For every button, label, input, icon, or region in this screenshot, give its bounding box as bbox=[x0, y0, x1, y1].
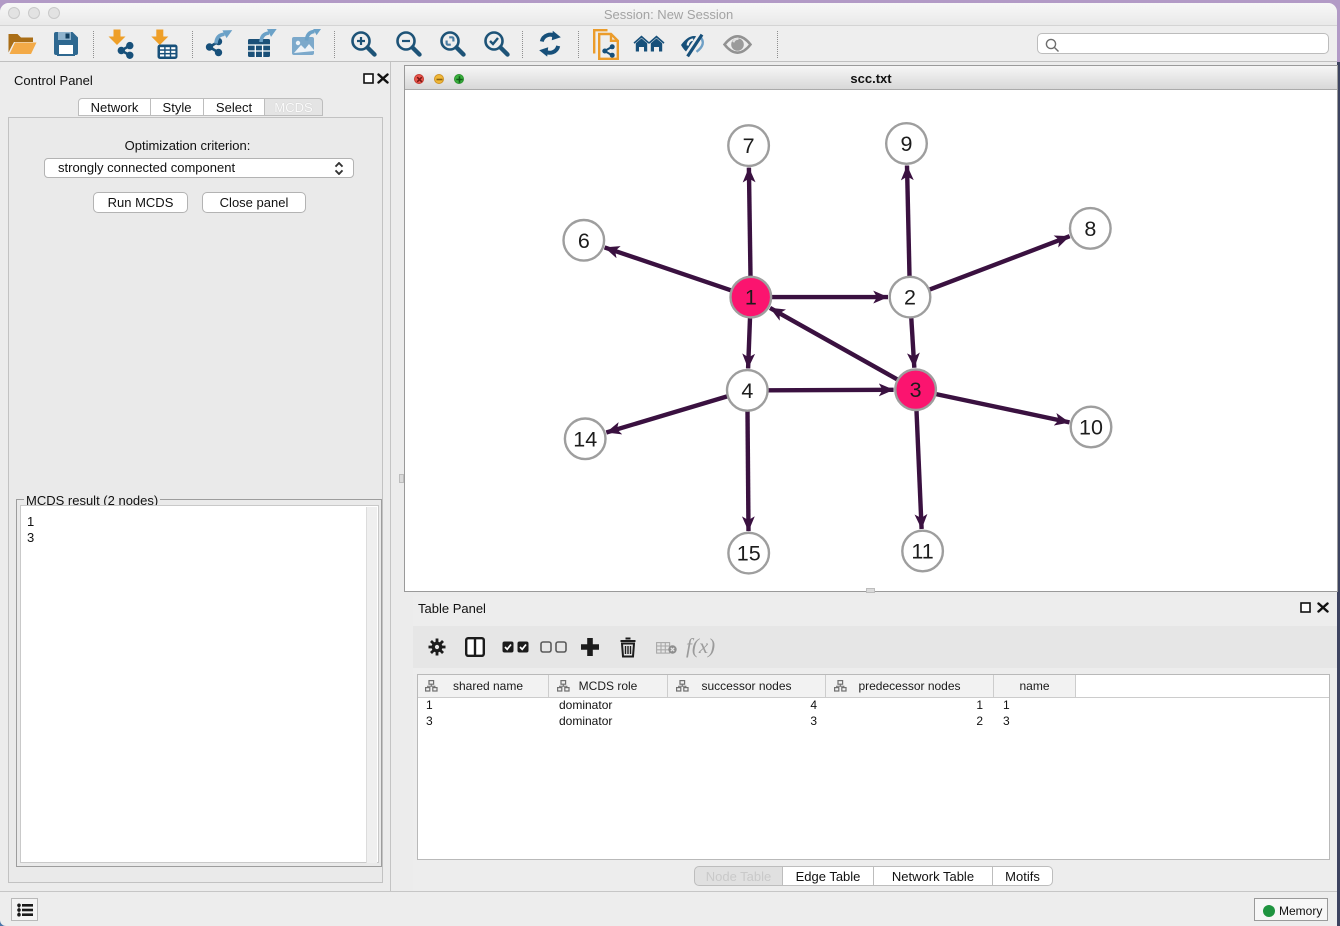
svg-text:6: 6 bbox=[578, 229, 590, 253]
svg-text:15: 15 bbox=[737, 542, 761, 566]
svg-text:8: 8 bbox=[1084, 217, 1096, 241]
svg-text:10: 10 bbox=[1079, 416, 1103, 440]
svg-text:7: 7 bbox=[743, 134, 755, 158]
svg-text:11: 11 bbox=[911, 540, 933, 564]
svg-text:14: 14 bbox=[573, 427, 597, 451]
svg-text:1: 1 bbox=[745, 286, 757, 310]
svg-text:2: 2 bbox=[904, 286, 916, 310]
svg-text:4: 4 bbox=[741, 379, 753, 403]
svg-text:9: 9 bbox=[901, 132, 913, 156]
svg-text:3: 3 bbox=[910, 378, 922, 402]
